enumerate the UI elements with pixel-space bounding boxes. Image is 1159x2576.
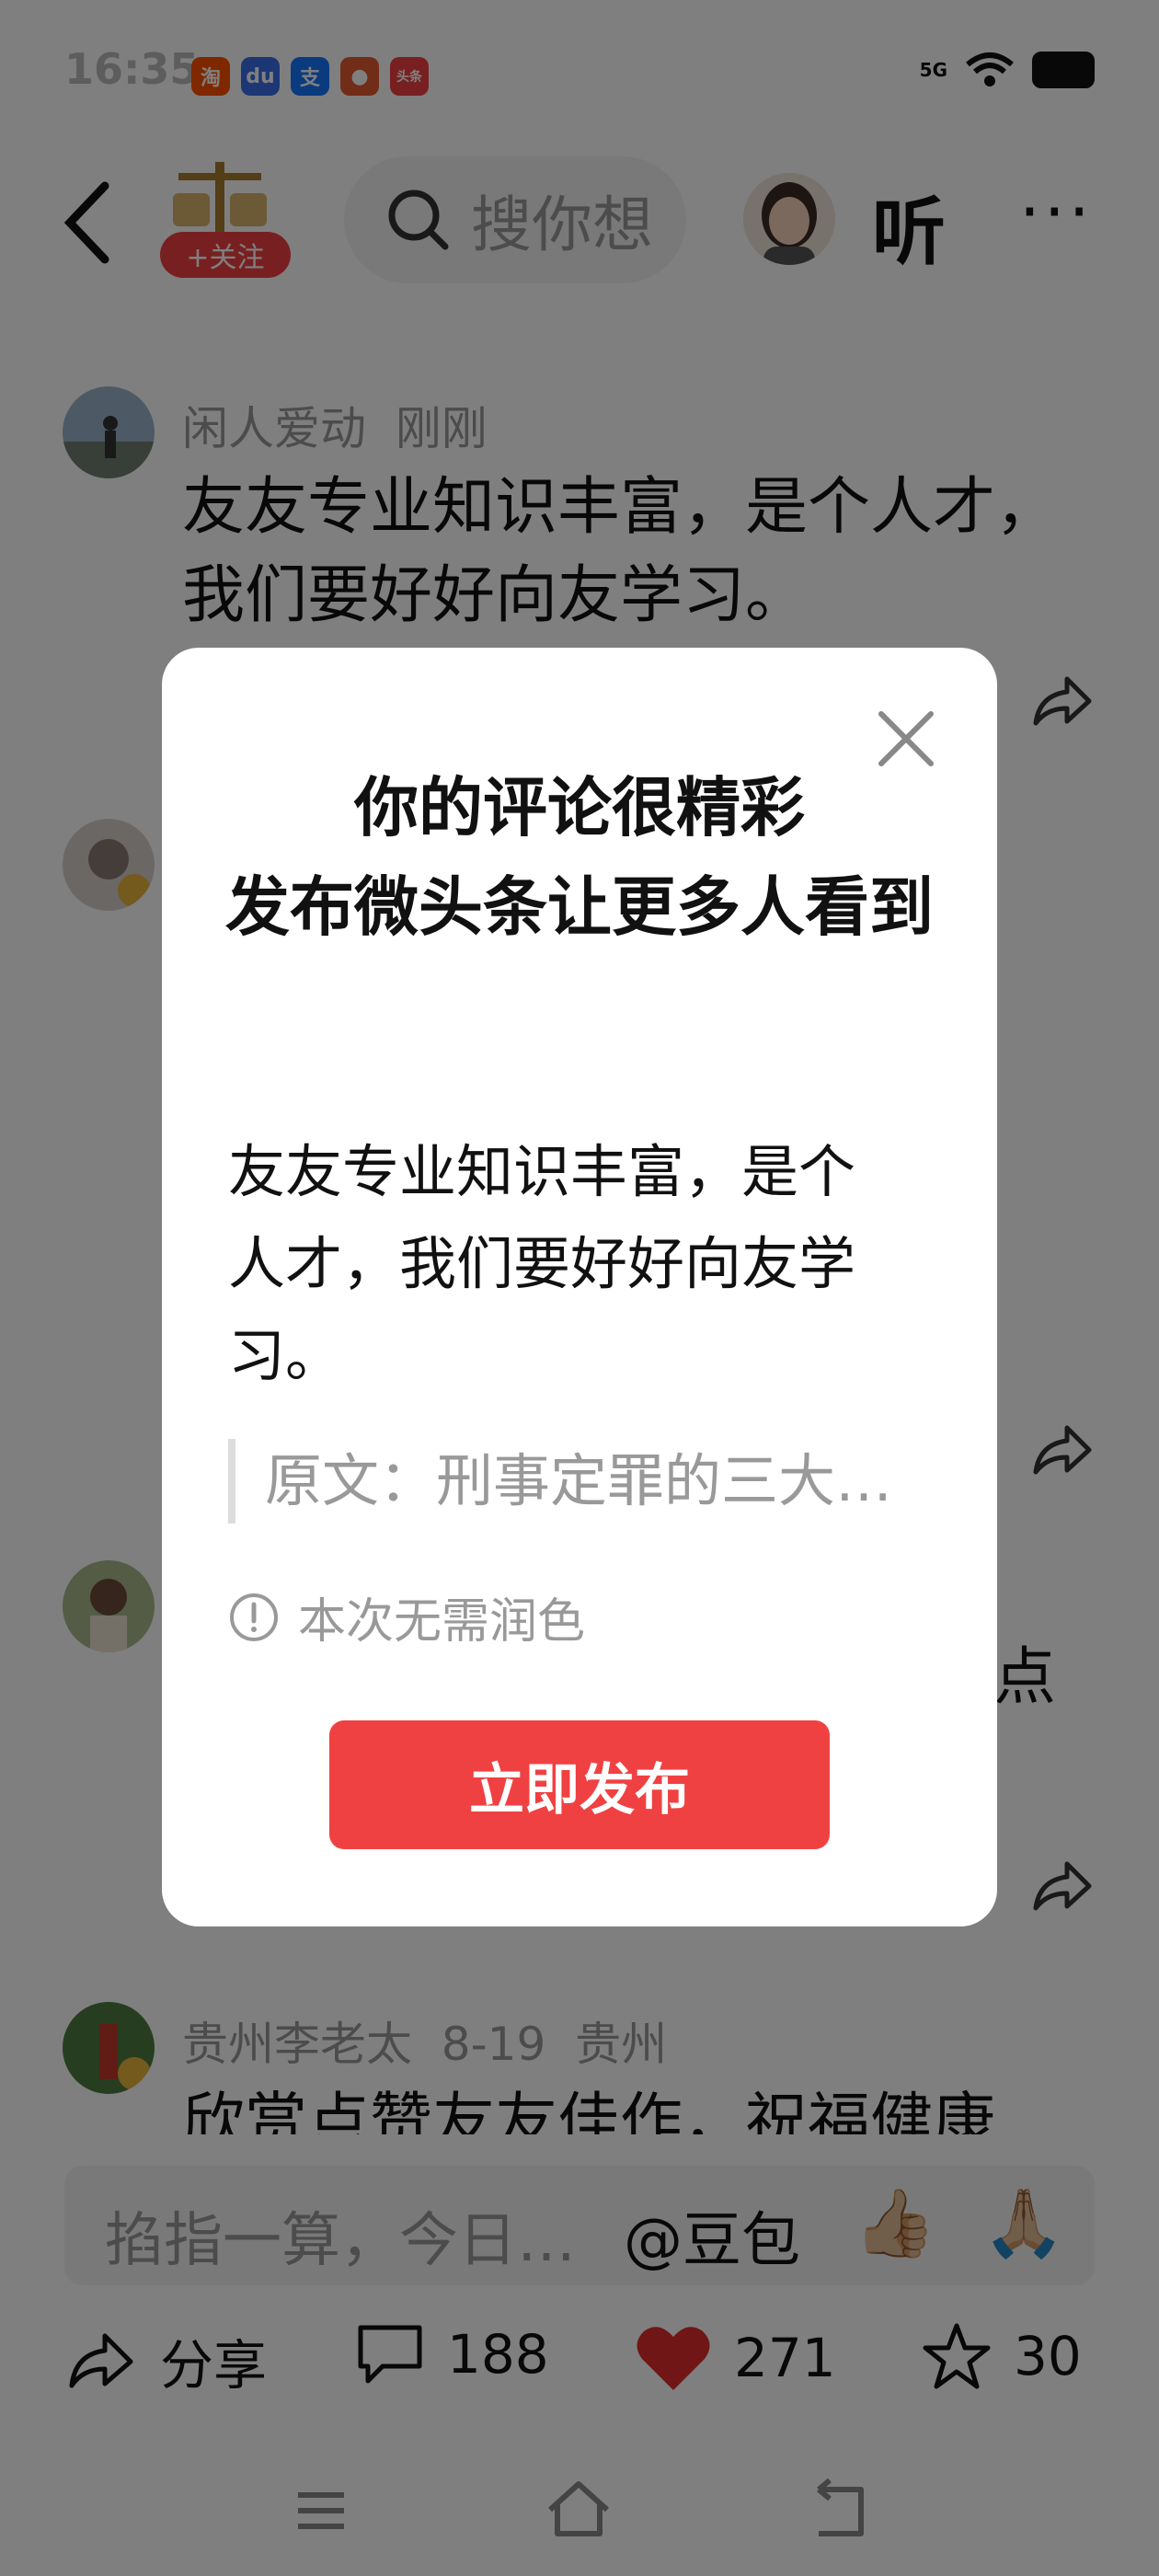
dialog-note-text: 本次无需润色 — [298, 1594, 586, 1650]
info-icon — [230, 1593, 278, 1641]
publish-dialog: 你的评论很精彩 发布微头条让更多人看到 友友专业知识丰富，是个人才，我们要好好向… — [162, 648, 997, 1926]
dialog-original-quote: 原文：刑事定罪的三大… — [228, 1439, 927, 1524]
dialog-comment-text: 友友专业知识丰富，是个人才，我们要好好向友学习。 — [228, 1138, 856, 1389]
dialog-title-line1: 你的评论很精彩 — [354, 770, 805, 845]
dialog-title-line2: 发布微头条让更多人看到 — [225, 869, 934, 945]
dialog-note: 本次无需润色 — [228, 1582, 585, 1651]
publish-now-button[interactable]: 立即发布 — [329, 1720, 830, 1849]
dialog-title: 你的评论很精彩 发布微头条让更多人看到 — [217, 758, 942, 957]
